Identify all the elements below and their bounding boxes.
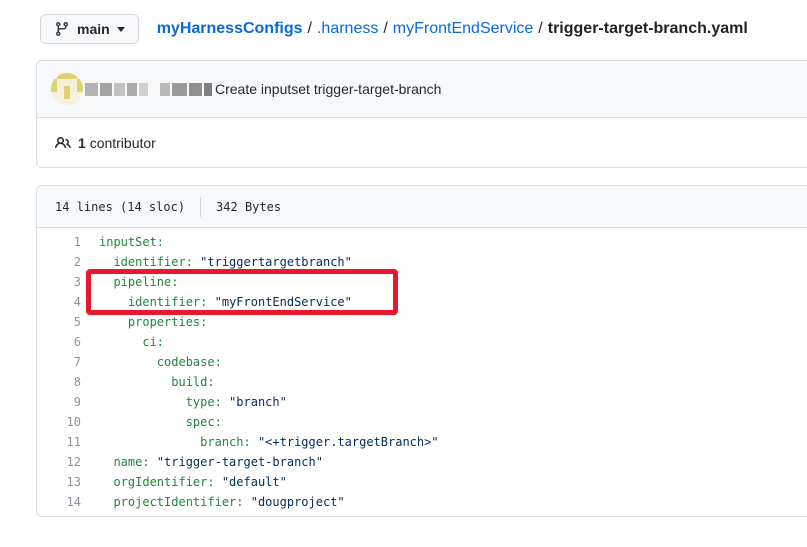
breadcrumb-link[interactable]: .harness — [317, 20, 378, 37]
code-text: pipeline: — [99, 272, 178, 292]
avatar[interactable] — [51, 73, 83, 105]
commit-box: Create inputset trigger-target-branch 1 … — [36, 60, 807, 168]
git-branch-icon — [54, 21, 70, 37]
breadcrumb: myHarnessConfigs/.harness/myFrontEndServ… — [157, 20, 748, 38]
line-number[interactable]: 5 — [37, 312, 81, 332]
code-line: 8 build: — [37, 372, 807, 392]
code-text: orgIdentifier: "default" — [99, 472, 287, 492]
code-text: ci: — [99, 332, 164, 352]
code-line: 11 branch: "<+trigger.targetBranch>" — [37, 432, 807, 452]
line-number[interactable]: 13 — [37, 472, 81, 492]
line-number[interactable]: 2 — [37, 252, 81, 272]
code-line: 2 identifier: "triggertargetbranch" — [37, 252, 807, 272]
line-number[interactable]: 12 — [37, 452, 81, 472]
file-lines-info: 14 lines (14 sloc) — [55, 200, 185, 214]
code-line: 9 type: "branch" — [37, 392, 807, 412]
people-icon — [55, 135, 71, 151]
contributors-count: 1 — [78, 135, 86, 151]
code-line: 6 ci: — [37, 332, 807, 352]
code-line: 10 spec: — [37, 412, 807, 432]
code-text: identifier: "triggertargetbranch" — [99, 252, 352, 272]
line-number[interactable]: 1 — [37, 232, 81, 252]
code-text: codebase: — [99, 352, 222, 372]
code-text: type: "branch" — [99, 392, 287, 412]
line-number[interactable]: 6 — [37, 332, 81, 352]
line-number[interactable]: 4 — [37, 292, 81, 312]
breadcrumb-current-file: trigger-target-branch.yaml — [548, 20, 748, 37]
code-text: spec: — [99, 412, 222, 432]
line-number[interactable]: 10 — [37, 412, 81, 432]
line-number[interactable]: 9 — [37, 392, 81, 412]
meta-divider — [200, 197, 201, 217]
code-text: identifier: "myFrontEndService" — [99, 292, 352, 312]
breadcrumb-separator: / — [538, 20, 542, 37]
line-number[interactable]: 14 — [37, 492, 81, 512]
code-line: 13 orgIdentifier: "default" — [37, 472, 807, 492]
line-number[interactable]: 8 — [37, 372, 81, 392]
code-text: inputSet: — [99, 232, 164, 252]
code-line: 1 inputSet: — [37, 232, 807, 252]
branch-selector-button[interactable]: main — [40, 14, 139, 44]
file-size: 342 Bytes — [216, 200, 281, 214]
code-view: 1inputSet:2 identifier: "triggertargetbr… — [37, 228, 807, 516]
contributors-row: 1 contributor — [37, 118, 807, 167]
contributors-link[interactable]: 1 contributor — [78, 135, 156, 151]
code-line: 14 projectIdentifier: "dougproject" — [37, 492, 807, 512]
breadcrumb-separator: / — [308, 20, 312, 37]
code-line: 3 pipeline: — [37, 272, 807, 292]
branch-name-label: main — [77, 21, 110, 37]
file-box: 14 lines (14 sloc) 342 Bytes 1inputSet:2… — [36, 185, 807, 517]
code-text: properties: — [99, 312, 207, 332]
breadcrumb-separator: / — [383, 20, 387, 37]
code-line: 5 properties: — [37, 312, 807, 332]
code-text: projectIdentifier: "dougproject" — [99, 492, 345, 512]
commit-message-link[interactable]: Create inputset trigger-target-branch — [215, 81, 441, 97]
contributors-label: contributor — [90, 135, 156, 151]
breadcrumb-link[interactable]: myFrontEndService — [393, 20, 534, 37]
code-text: name: "trigger-target-branch" — [99, 452, 323, 472]
line-number[interactable]: 3 — [37, 272, 81, 292]
file-meta-bar: 14 lines (14 sloc) 342 Bytes — [37, 186, 807, 228]
file-path-bar: main myHarnessConfigs/.harness/myFrontEn… — [40, 14, 807, 44]
code-text: build: — [99, 372, 215, 392]
breadcrumb-link[interactable]: myHarnessConfigs — [157, 20, 303, 37]
code-line: 4 identifier: "myFrontEndService" — [37, 292, 807, 312]
code-line: 12 name: "trigger-target-branch" — [37, 452, 807, 472]
code-text: branch: "<+trigger.targetBranch>" — [99, 432, 439, 452]
code-line: 7 codebase: — [37, 352, 807, 372]
line-number[interactable]: 11 — [37, 432, 81, 452]
commit-author-redacted[interactable] — [85, 82, 212, 96]
latest-commit-row: Create inputset trigger-target-branch — [37, 61, 807, 118]
chevron-down-icon — [117, 27, 125, 32]
line-number[interactable]: 7 — [37, 352, 81, 372]
